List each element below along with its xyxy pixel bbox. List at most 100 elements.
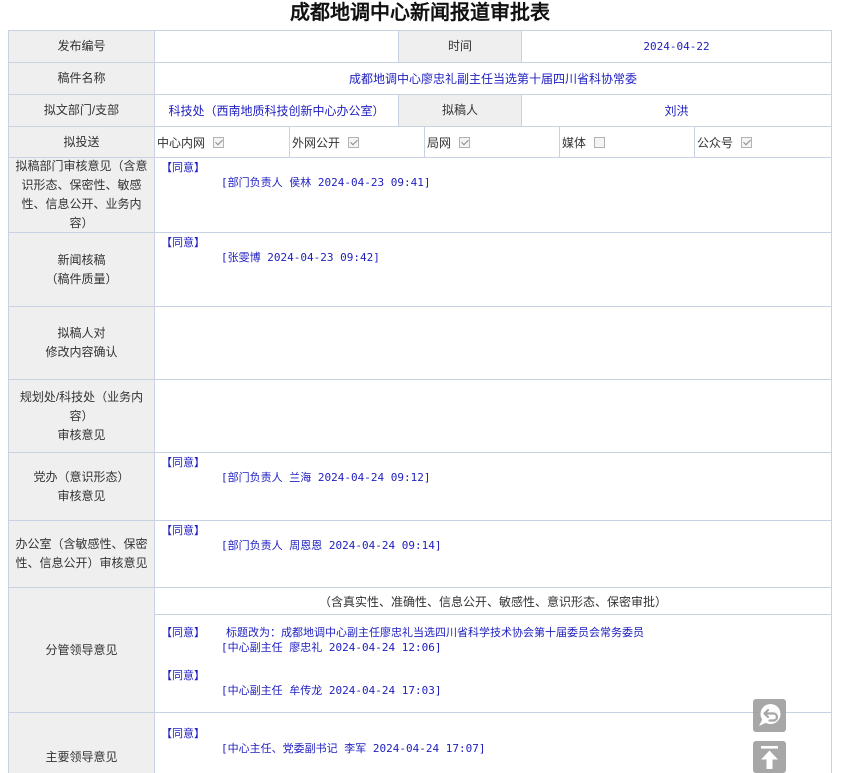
supervisor-opinion-label-cell: 分管领导意见 (9, 588, 155, 713)
row-party-office-review: 党办（意识形态） 审核意见 【同意】 [部门负责人 兰海 2024-04-24 … (9, 453, 832, 521)
manuscript-name-value: 成都地调中心廖忠礼副主任当选第十届四川省科协常委 (348, 72, 637, 86)
row-release-no: 发布编号 时间 2024-04-22 (9, 31, 832, 63)
back-button[interactable] (753, 699, 786, 732)
delivery-option-label: 中心内网 (157, 135, 206, 150)
news-check-label-cell: 新闻核稿 （稿件质量） (9, 233, 155, 307)
back-to-top-icon (761, 746, 778, 769)
manuscript-name-value-cell: 成都地调中心廖忠礼副主任当选第十届四川省科协常委 (155, 63, 832, 95)
opinion-verdict: 【同意】 (161, 236, 205, 249)
opinion-signature: [中心主任、党委副书记 李军 2024-04-24 17:07] (221, 742, 486, 755)
approval-form-table: 发布编号 时间 2024-04-22 稿件名称 成都地调中心廖忠礼副主任当选第十… (8, 30, 832, 773)
news-check-label: 新闻核稿 （稿件质量） (45, 252, 118, 286)
drafter-value: 刘洪 (664, 104, 689, 118)
row-dept-review: 拟稿部门审核意见（含意识形态、保密性、敏感性、信息公开、业务内容） 【同意】 [… (9, 158, 832, 233)
department-value: 科技处（西南地质科技创新中心办公室） (168, 104, 385, 118)
delivery-option-intranet: 中心内网 (155, 127, 290, 158)
release-no-label: 发布编号 (57, 39, 106, 53)
delivery-option-wechat: 公众号 (695, 127, 832, 158)
office-review-content: 【同意】 [部门负责人 周恩恩 2024-04-24 09:14] (155, 521, 832, 588)
delivery-option-label: 媒体 (562, 135, 587, 150)
row-planning-review: 规划处/科技处（业务内容） 审核意见 (9, 380, 832, 453)
main-leader-opinion-content: 【同意】 [中心主任、党委副书记 李军 2024-04-24 17:07] (155, 713, 832, 773)
delivery-option-public-web: 外网公开 (290, 127, 425, 158)
opinion-entry: 【同意】 [部门负责人 兰海 2024-04-24 09:12] (155, 455, 831, 485)
department-label-cell: 拟文部门/支部 (9, 95, 155, 127)
supervisor-opinion-label: 分管领导意见 (45, 642, 118, 657)
drafter-label: 拟稿人 (441, 103, 478, 117)
opinion-verdict-line: 【同意】 标题改为：成都地调中心副主任廖忠礼当选四川省科学技术协会第十届委员会常务… (155, 625, 831, 640)
bureau-web-checkbox[interactable] (459, 136, 471, 148)
delivery-option-media: 媒体 (560, 127, 695, 158)
party-office-review-label: 党办（意识形态） 审核意见 (33, 469, 130, 503)
opinion-verdict: 【同意】 (161, 727, 205, 740)
delivery-label-cell: 拟投送 (9, 127, 155, 158)
supervisor-opinion-content: 【同意】 标题改为：成都地调中心副主任廖忠礼当选四川省科学技术协会第十届委员会常务… (155, 615, 832, 713)
manuscript-name-label: 稿件名称 (57, 71, 106, 85)
opinion-verdict: 【同意】 (161, 161, 205, 174)
opinion-signature: [张雯博 2024-04-23 09:42] (221, 251, 380, 264)
news-check-content: 【同意】 [张雯博 2024-04-23 09:42] (155, 233, 832, 307)
opinion-signature: [中心副主任 廖忠礼 2024-04-24 12:06] (221, 641, 442, 654)
time-value-cell: 2024-04-22 (522, 31, 832, 63)
delivery-option-label: 局网 (427, 135, 452, 150)
media-checkbox[interactable] (594, 136, 606, 148)
delivery-option-label: 外网公开 (292, 135, 341, 150)
office-review-label: 办公室（含敏感性、保密性、信息公开）审核意见 (15, 537, 148, 570)
row-office-review: 办公室（含敏感性、保密性、信息公开）审核意见 【同意】 [部门负责人 周恩恩 2… (9, 521, 832, 588)
row-news-check: 新闻核稿 （稿件质量） 【同意】 [张雯博 2024-04-23 09:42] (9, 233, 832, 307)
planning-review-label: 规划处/科技处（业务内容） 审核意见 (19, 389, 144, 442)
time-label: 时间 (447, 39, 472, 53)
opinion-entry: 【同意】 [中心副主任 牟传龙 2024-04-24 17:03] (155, 668, 831, 698)
dept-review-label-cell: 拟稿部门审核意见（含意识形态、保密性、敏感性、信息公开、业务内容） (9, 158, 155, 233)
opinion-entry: 【同意】 [部门负责人 侯林 2024-04-23 09:41] (155, 160, 831, 190)
opinion-entry: 【同意】 [部门负责人 周恩恩 2024-04-24 09:14] (155, 523, 831, 553)
public-web-checkbox[interactable] (348, 136, 360, 148)
department-label: 拟文部门/支部 (43, 103, 120, 117)
row-supervisor-opinion: 分管领导意见 （含真实性、准确性、信息公开、敏感性、意识形态、保密审批） 【同意… (9, 588, 832, 713)
delivery-option-bureau-web: 局网 (425, 127, 560, 158)
opinion-entry: 【同意】 [中心主任、党委副书记 李军 2024-04-24 17:07] (155, 726, 831, 756)
time-value: 2024-04-22 (643, 40, 710, 53)
opinion-signature: [部门负责人 侯林 2024-04-23 09:41] (221, 176, 431, 189)
drafter-label-cell: 拟稿人 (399, 95, 522, 127)
intranet-checkbox[interactable] (213, 136, 225, 148)
opinion-note: 标题改为：成都地调中心副主任廖忠礼当选四川省科学技术协会第十届委员会常务委员 (226, 626, 644, 639)
opinion-entry: 【同意】 [张雯博 2024-04-23 09:42] (155, 235, 831, 265)
office-review-label-cell: 办公室（含敏感性、保密性、信息公开）审核意见 (9, 521, 155, 588)
back-icon (759, 704, 781, 726)
party-office-review-label-cell: 党办（意识形态） 审核意见 (9, 453, 155, 521)
opinion-verdict: 【同意】 (161, 456, 205, 469)
supervisor-opinion-column: （含真实性、准确性、信息公开、敏感性、意识形态、保密审批） 【同意】 标题改为：成… (155, 588, 832, 713)
opinion-verdict: 【同意】 (161, 524, 205, 537)
drafter-confirm-label: 拟稿人对 修改内容确认 (45, 326, 118, 359)
wechat-checkbox[interactable] (741, 136, 753, 148)
planning-review-content (155, 380, 832, 453)
department-value-cell: 科技处（西南地质科技创新中心办公室） (155, 95, 399, 127)
drafter-confirm-content (155, 307, 832, 380)
row-manuscript-name: 稿件名称 成都地调中心廖忠礼副主任当选第十届四川省科协常委 (9, 63, 832, 95)
time-label-cell: 时间 (399, 31, 522, 63)
main-leader-opinion-label: 主要领导意见 (45, 750, 118, 764)
supervisor-opinion-scope: （含真实性、准确性、信息公开、敏感性、意识形态、保密审批） (155, 588, 832, 615)
opinion-signature: [部门负责人 周恩恩 2024-04-24 09:14] (221, 539, 442, 552)
release-no-value-cell (155, 31, 399, 63)
opinion-verdict: 【同意】 (161, 669, 205, 682)
back-to-top-button[interactable] (753, 741, 786, 773)
party-office-review-content: 【同意】 [部门负责人 兰海 2024-04-24 09:12] (155, 453, 832, 521)
dept-review-label: 拟稿部门审核意见（含意识形态、保密性、敏感性、信息公开、业务内容） (15, 159, 148, 230)
manuscript-name-label-cell: 稿件名称 (9, 63, 155, 95)
supervisor-opinion-scope-text: （含真实性、准确性、信息公开、敏感性、意识形态、保密审批） (318, 594, 667, 609)
row-main-leader-opinion: 主要领导意见 【同意】 [中心主任、党委副书记 李军 2024-04-24 17… (9, 713, 832, 773)
main-leader-opinion-label-cell: 主要领导意见 (9, 713, 155, 773)
release-no-label-cell: 发布编号 (9, 31, 155, 63)
delivery-option-label: 公众号 (697, 135, 734, 150)
opinion-signature: [中心副主任 牟传龙 2024-04-24 17:03] (221, 684, 442, 697)
row-delivery: 拟投送 中心内网 外网公开 局网 媒体 公众号 (9, 127, 832, 158)
row-drafter-confirm: 拟稿人对 修改内容确认 (9, 307, 832, 380)
form-title: 成都地调中心新闻报道审批表 (290, 2, 550, 24)
opinion-signature: [部门负责人 兰海 2024-04-24 09:12] (221, 471, 431, 484)
opinion-entry: 【同意】 标题改为：成都地调中心副主任廖忠礼当选四川省科学技术协会第十届委员会常务… (155, 625, 831, 655)
row-department: 拟文部门/支部 科技处（西南地质科技创新中心办公室） 拟稿人 刘洪 (9, 95, 832, 127)
drafter-value-cell: 刘洪 (522, 95, 832, 127)
drafter-confirm-label-cell: 拟稿人对 修改内容确认 (9, 307, 155, 380)
